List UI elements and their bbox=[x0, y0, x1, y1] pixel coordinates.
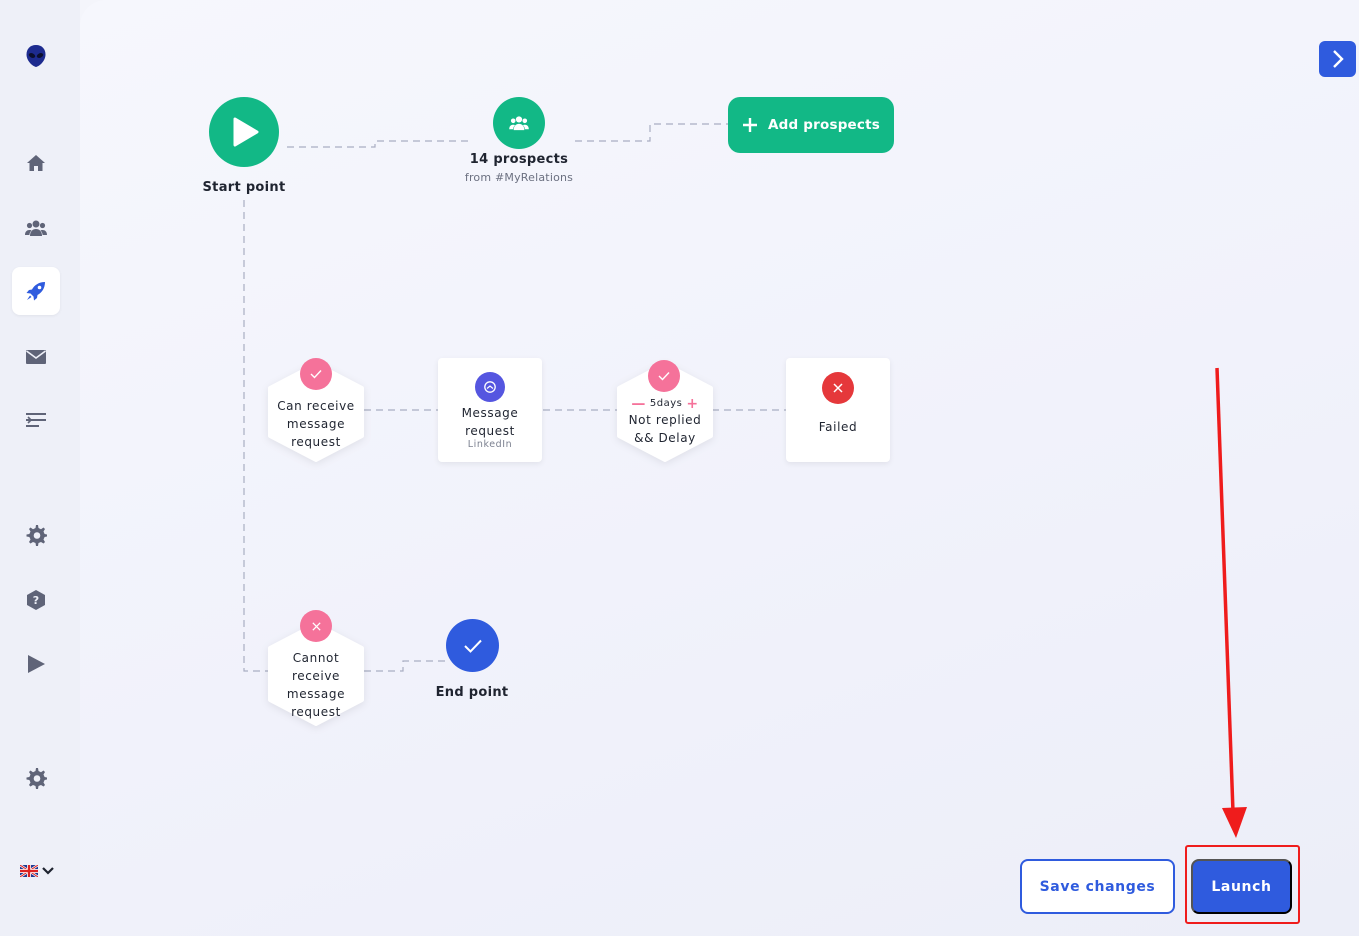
check-icon bbox=[300, 358, 332, 390]
play-icon[interactable] bbox=[12, 640, 60, 688]
message-request-channel: LinkedIn bbox=[467, 439, 513, 450]
condition-can-receive-label: Can receive message request bbox=[277, 399, 355, 449]
home-icon[interactable] bbox=[12, 139, 60, 187]
sidebar: ? bbox=[0, 0, 80, 936]
users-icon[interactable] bbox=[12, 204, 60, 252]
start-point-label: Start point bbox=[202, 180, 286, 195]
delay-decrease-button[interactable]: — bbox=[631, 397, 646, 411]
users-icon bbox=[509, 116, 529, 131]
condition-cannot-receive-label: Cannot receive message request bbox=[286, 651, 346, 719]
delay-value: 5days bbox=[649, 398, 683, 409]
prospects-source: from #MyRelations bbox=[464, 171, 574, 184]
language-selector[interactable] bbox=[20, 862, 60, 880]
condition-not-replied-content: — 5days + Not replied && Delay bbox=[629, 397, 702, 447]
chevron-right-icon bbox=[1332, 50, 1344, 68]
chevron-down-icon bbox=[42, 867, 54, 875]
message-request-label: Message request bbox=[461, 406, 519, 438]
svg-text:?: ? bbox=[33, 594, 39, 607]
list-icon[interactable] bbox=[12, 396, 60, 444]
delay-control: — 5days + bbox=[629, 397, 702, 411]
play-icon bbox=[233, 117, 259, 147]
failed-node[interactable]: Failed bbox=[786, 358, 890, 462]
gear-icon[interactable] bbox=[12, 754, 60, 802]
delay-increase-button[interactable]: + bbox=[686, 397, 698, 411]
launch-button[interactable]: Launch bbox=[1191, 859, 1292, 914]
end-point-label: End point bbox=[435, 685, 509, 700]
gear-icon[interactable] bbox=[12, 511, 60, 559]
condition-not-replied-label: Not replied bbox=[628, 413, 702, 427]
message-icon bbox=[475, 372, 505, 402]
envelope-icon[interactable] bbox=[12, 333, 60, 381]
condition-delay-label: && Delay bbox=[634, 431, 696, 445]
add-prospects-button[interactable]: Add prospects bbox=[728, 97, 894, 153]
plus-icon bbox=[742, 118, 757, 132]
panel-toggle-button[interactable] bbox=[1319, 41, 1356, 77]
alien-logo-icon[interactable] bbox=[12, 32, 60, 80]
check-icon bbox=[648, 360, 680, 392]
end-point-node[interactable] bbox=[446, 619, 499, 672]
close-icon bbox=[822, 372, 854, 404]
check-icon bbox=[463, 639, 482, 653]
start-point-node[interactable] bbox=[209, 97, 279, 167]
uk-flag-icon bbox=[20, 865, 38, 877]
prospects-node[interactable] bbox=[493, 97, 545, 149]
rocket-icon[interactable] bbox=[12, 267, 60, 315]
add-prospects-label: Add prospects bbox=[767, 117, 881, 133]
failed-label: Failed bbox=[818, 420, 858, 434]
save-changes-button[interactable]: Save changes bbox=[1020, 859, 1175, 914]
message-request-node[interactable]: Message request LinkedIn bbox=[438, 358, 542, 462]
close-icon bbox=[300, 610, 332, 642]
prospects-count: 14 prospects bbox=[469, 152, 569, 167]
help-hexagon-icon[interactable]: ? bbox=[12, 576, 60, 624]
